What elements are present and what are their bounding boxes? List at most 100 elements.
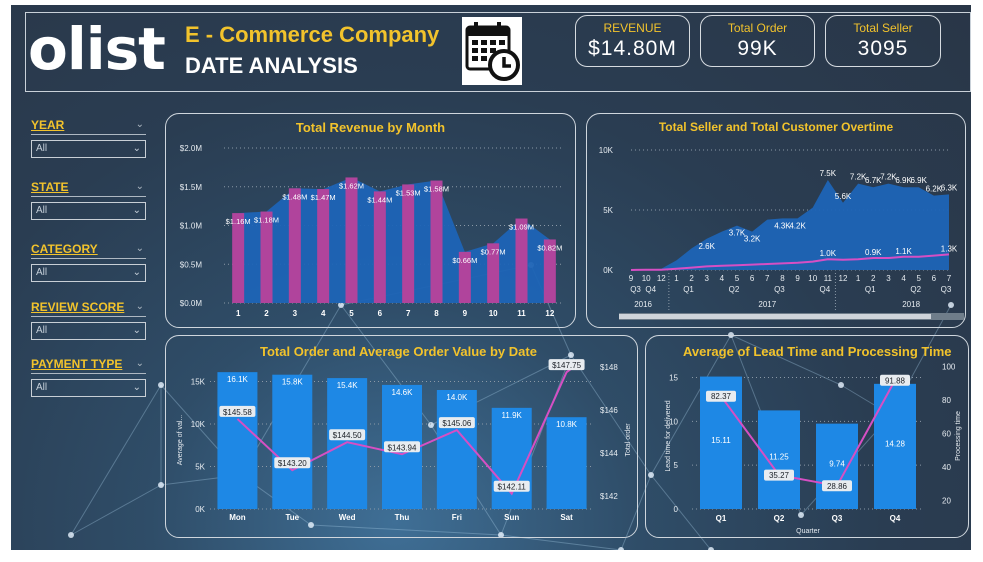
y-tick-label: 10K [599, 146, 614, 155]
month-tick-label: 4 [720, 274, 725, 283]
category-dropdown[interactable]: All ⌄ [31, 264, 146, 282]
lead-time-bar-label: 15.11 [711, 436, 731, 445]
year-dropdown[interactable]: All ⌄ [31, 140, 146, 158]
month-tick-label: 5 [349, 309, 354, 318]
network-line [70, 384, 162, 536]
line-label: $144.50 [333, 431, 362, 440]
revenue-data-label: $1.44M [367, 195, 392, 204]
order-bar-label: 11.9K [502, 411, 523, 420]
quarter-tick-label: Q4 [645, 285, 656, 294]
quarter-tick-label: Q3 [630, 285, 641, 294]
month-tick-label: 11 [824, 274, 833, 283]
revenue-data-label: $1.18M [254, 216, 279, 225]
filter-divider [31, 258, 146, 259]
company-title: E - Commerce Company [185, 22, 440, 47]
customer-value-label: 0.9K [865, 248, 882, 257]
quarter-tick-label: Q3 [832, 514, 843, 523]
calendar-clock-icon [462, 17, 522, 85]
month-tick-label: 6 [932, 274, 937, 283]
revenue-data-label: $1.58M [424, 185, 449, 194]
chevron-down-icon[interactable]: ⌄ [136, 243, 144, 254]
y2-tick-label: $144 [600, 449, 618, 458]
chevron-down-icon[interactable]: ⌄ [136, 119, 144, 130]
month-tick-label: 3 [293, 309, 298, 318]
y-tick-label: 10K [191, 420, 206, 429]
month-tick-label: 9 [463, 309, 468, 318]
month-tick-label: 10 [642, 274, 651, 283]
network-node [618, 547, 624, 550]
month-tick-label: 10 [489, 309, 498, 318]
chevron-down-icon[interactable]: ⌄ [136, 181, 144, 192]
quarter-tick-label: Q3 [941, 285, 952, 294]
y-axis-label: Lead time for delivered [665, 400, 672, 471]
network-node [158, 482, 164, 488]
state-dropdown-value: All [36, 205, 48, 216]
scrollbar-thumb[interactable] [619, 314, 931, 319]
month-tick-label: 12 [839, 274, 848, 283]
quarter-tick-label: Q3 [774, 285, 785, 294]
seller-value-label: 5.6K [835, 192, 852, 201]
revenue-by-month-chart: $0.0M $0.5M $1.0M $1.5M $2.0M $1.16M 1 $1.18M 2 $… [180, 144, 564, 318]
y-tick-label: $0.5M [180, 260, 203, 269]
lead-time-bar-label: 14.28 [885, 439, 906, 448]
y2-axis-label: Processing time [955, 411, 962, 461]
chevron-down-icon: ⌄ [132, 267, 141, 278]
order-bar [436, 390, 477, 509]
day-tick-label: Tue [285, 513, 299, 522]
y-tick-label: 0K [195, 505, 205, 514]
y2-tick-label: 100 [942, 363, 956, 372]
revenue-data-label: $0.66M [452, 256, 477, 265]
day-tick-label: Sat [560, 513, 573, 522]
quarter-tick-label: Q4 [819, 285, 830, 294]
quarter-tick-label: Q1 [683, 285, 694, 294]
customer-value-label: 1.3K [941, 244, 958, 253]
filter-year: YEAR ⌄ All ⌄ [31, 118, 146, 158]
y2-tick-label: $148 [600, 363, 618, 372]
chevron-down-icon[interactable]: ⌄ [136, 301, 144, 312]
revenue-bar [288, 188, 301, 303]
seller-value-label: 7.5K [820, 169, 837, 178]
state-dropdown[interactable]: All ⌄ [31, 202, 146, 220]
kpi-total-order: Total Order 99K [700, 15, 815, 67]
payment-type-dropdown[interactable]: All ⌄ [31, 379, 146, 397]
filter-divider [31, 134, 146, 135]
revenue-data-label: $1.62M [339, 181, 364, 190]
month-tick-label: 4 [321, 309, 326, 318]
chart-scrollbar[interactable] [619, 313, 964, 320]
customer-value-label: 1.1K [895, 247, 912, 256]
month-tick-label: 7 [765, 274, 770, 283]
quarter-tick-label: Q1 [716, 514, 727, 523]
quarter-tick-label: Q2 [910, 285, 921, 294]
page-subtitle: DATE ANALYSIS [185, 53, 358, 78]
line-label: $147.75 [552, 361, 581, 370]
order-bar [217, 372, 258, 509]
y-tick-label: $1.5M [180, 183, 203, 192]
month-tick-label: 5 [735, 274, 740, 283]
line-label: $145.06 [442, 419, 471, 428]
month-tick-label: 1 [236, 309, 241, 318]
seller-customer-panel: Total Seller and Total Customer Overtime… [586, 113, 966, 328]
revenue-data-label: $0.82M [537, 243, 562, 252]
y-tick-label: 15K [191, 378, 206, 387]
kpi-total-seller: Total Seller 3095 [825, 15, 941, 67]
revenue-bar [232, 213, 245, 303]
chevron-down-icon: ⌄ [132, 325, 141, 336]
filter-divider [31, 316, 146, 317]
chevron-down-icon: ⌄ [132, 205, 141, 216]
kpi-seller-label: Total Seller [853, 21, 913, 35]
review-score-dropdown[interactable]: All ⌄ [31, 322, 146, 340]
chevron-down-icon[interactable]: ⌄ [136, 358, 144, 369]
seller-value-label: 3.2K [744, 235, 761, 244]
kpi-seller-value: 3095 [857, 37, 909, 60]
revenue-bar [260, 211, 273, 303]
payment-dropdown-value: All [36, 382, 48, 393]
seller-value-label: 4.2K [789, 221, 806, 230]
year-dropdown-value: All [36, 143, 48, 154]
month-tick-label: 6 [378, 309, 383, 318]
y-tick-label: 15 [669, 374, 678, 383]
y-tick-label: 5K [195, 463, 205, 472]
day-tick-label: Thu [395, 513, 410, 522]
order-bar-label: 15.4K [337, 381, 359, 390]
revenue-bar [430, 180, 443, 303]
day-tick-label: Fri [452, 513, 462, 522]
